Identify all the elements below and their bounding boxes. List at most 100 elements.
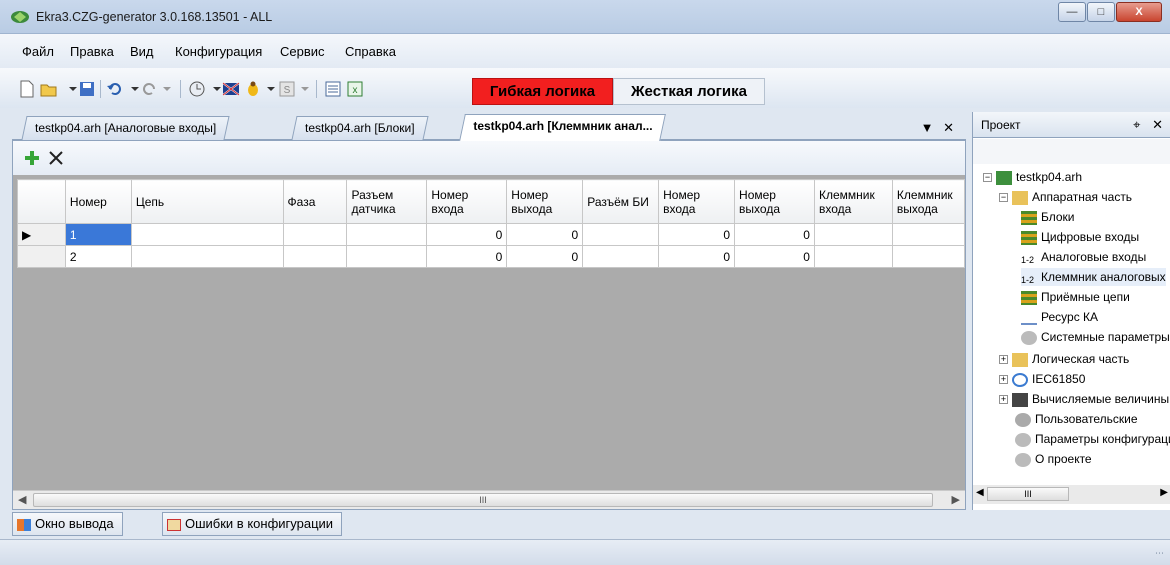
- table-cell[interactable]: 0: [658, 223, 736, 246]
- scroll-left-icon[interactable]: ◀: [976, 487, 984, 498]
- table-cell[interactable]: [282, 223, 348, 246]
- column-header[interactable]: Номер входа: [658, 179, 736, 224]
- table-cell[interactable]: 0: [506, 245, 584, 268]
- table-cell[interactable]: 2: [64, 245, 132, 268]
- column-header[interactable]: Цепь: [130, 179, 284, 224]
- close-panel-icon[interactable]: ✕: [1152, 117, 1163, 132]
- tab-blocks[interactable]: testkp04.arh [Блоки]: [291, 116, 429, 140]
- collapse-icon[interactable]: −: [999, 193, 1008, 203]
- scrollbar-thumb[interactable]: III: [33, 493, 933, 507]
- expand-icon[interactable]: +: [999, 395, 1008, 405]
- redo-icon[interactable]: [140, 80, 158, 98]
- menu-help[interactable]: Справка: [345, 44, 396, 59]
- table-row[interactable]: 2 0 0 0 0: [17, 245, 966, 268]
- table-cell[interactable]: 0: [426, 245, 508, 268]
- tree-item-blocks[interactable]: Блоки: [1021, 208, 1075, 226]
- table-cell[interactable]: [346, 223, 428, 246]
- table-cell[interactable]: [891, 223, 966, 246]
- column-header[interactable]: Клеммник входа: [813, 179, 893, 224]
- excel-export-icon[interactable]: x: [346, 80, 364, 98]
- table-cell[interactable]: 0: [734, 223, 815, 246]
- column-header[interactable]: Разъем датчика: [346, 179, 428, 224]
- delete-row-icon[interactable]: [47, 149, 65, 167]
- chevron-down-icon[interactable]: [158, 80, 176, 98]
- table-cell[interactable]: [130, 223, 284, 246]
- menu-configuration[interactable]: Конфигурация: [175, 44, 262, 59]
- tab-terminal-analog[interactable]: testkp04.arh [Клеммник анал...: [459, 114, 667, 141]
- tree-item-logic[interactable]: + Логическая часть: [999, 350, 1129, 368]
- undo-icon[interactable]: [106, 80, 124, 98]
- bug-icon[interactable]: [244, 80, 262, 98]
- table-cell[interactable]: [582, 223, 660, 246]
- scroll-left-icon[interactable]: ◀: [18, 493, 26, 506]
- collapse-icon[interactable]: −: [983, 173, 992, 183]
- scroll-right-icon[interactable]: ▶: [1160, 487, 1168, 498]
- add-row-icon[interactable]: [23, 149, 41, 167]
- project-horizontal-scrollbar[interactable]: ◀ III ▶: [973, 485, 1170, 504]
- chevron-down-icon[interactable]: [296, 80, 314, 98]
- table-cell[interactable]: [346, 245, 428, 268]
- table-cell[interactable]: [813, 245, 893, 268]
- new-document-icon[interactable]: [18, 80, 36, 98]
- table-cell[interactable]: 0: [506, 223, 584, 246]
- menu-view[interactable]: Вид: [130, 44, 154, 59]
- row-header[interactable]: [17, 245, 66, 268]
- close-tab-icon[interactable]: ✕: [943, 120, 954, 135]
- script-icon[interactable]: S: [278, 80, 296, 98]
- table-cell[interactable]: [582, 245, 660, 268]
- expand-icon[interactable]: +: [999, 375, 1008, 385]
- column-header[interactable]: Клеммник выхода: [891, 179, 966, 224]
- maximize-button[interactable]: □: [1087, 2, 1115, 22]
- table-cell[interactable]: [813, 223, 893, 246]
- table-cell[interactable]: [282, 245, 348, 268]
- table-cell[interactable]: [891, 245, 966, 268]
- tree-item-config-params[interactable]: Параметры конфигурации: [1015, 430, 1170, 448]
- column-header[interactable]: Фаза: [282, 179, 348, 224]
- table-row[interactable]: ▶ 1 0 0 0 0: [17, 223, 966, 246]
- minimize-button[interactable]: —: [1058, 2, 1086, 22]
- tree-item-receive-circuits[interactable]: Приёмные цепи: [1021, 288, 1130, 306]
- tree-item-user[interactable]: Пользовательские: [1015, 410, 1138, 428]
- column-header[interactable]: Номер выхода: [506, 179, 584, 224]
- tree-item-iec61850[interactable]: + IEC61850: [999, 370, 1085, 388]
- column-header[interactable]: Номер выхода: [734, 179, 815, 224]
- expand-icon[interactable]: +: [999, 355, 1008, 365]
- flexible-logic-button[interactable]: Гибкая логика: [472, 78, 613, 105]
- tree-item-calculated[interactable]: + Вычисляемые величины: [999, 390, 1169, 408]
- menu-file[interactable]: Файл: [22, 44, 54, 59]
- tree-item-hardware[interactable]: − Аппаратная часть: [999, 188, 1132, 206]
- hard-logic-button[interactable]: Жесткая логика: [613, 78, 765, 105]
- menu-edit[interactable]: Правка: [70, 44, 114, 59]
- tab-list-dropdown-icon[interactable]: ▼: [921, 120, 934, 135]
- save-icon[interactable]: [78, 80, 96, 98]
- close-button[interactable]: X: [1116, 2, 1162, 22]
- tree-item-digital-inputs[interactable]: Цифровые входы: [1021, 228, 1139, 246]
- open-folder-icon[interactable]: [40, 80, 58, 98]
- pin-icon[interactable]: ⌖: [1133, 117, 1140, 132]
- resize-grip-icon[interactable]: ⋯: [1155, 548, 1164, 559]
- tree-item-project[interactable]: − testkp04.arh: [983, 168, 1082, 186]
- language-flag-icon[interactable]: [222, 80, 240, 98]
- tree-item-resource[interactable]: Ресурс КА: [1021, 308, 1098, 326]
- current-row-indicator-icon[interactable]: ▶: [17, 223, 66, 246]
- clock-icon[interactable]: [188, 80, 206, 98]
- table-cell[interactable]: 0: [426, 223, 508, 246]
- column-header[interactable]: Разъём БИ: [582, 179, 660, 224]
- column-header[interactable]: Номер: [64, 179, 132, 224]
- column-header[interactable]: Номер входа: [426, 179, 508, 224]
- table-cell[interactable]: [130, 245, 284, 268]
- table-cell[interactable]: 1: [64, 223, 132, 246]
- tab-config-errors[interactable]: Ошибки в конфигурации: [162, 512, 343, 536]
- tree-item-analog-inputs[interactable]: 1-2 Аналоговые входы: [1021, 248, 1146, 266]
- table-cell[interactable]: 0: [734, 245, 815, 268]
- scroll-right-icon[interactable]: ▶: [952, 493, 960, 506]
- tree-item-terminal[interactable]: 1-2 Клеммник аналоговых: [1021, 268, 1166, 286]
- menu-service[interactable]: Сервис: [280, 44, 325, 59]
- table-cell[interactable]: 0: [658, 245, 736, 268]
- scrollbar-thumb[interactable]: III: [987, 487, 1069, 501]
- tab-output-window[interactable]: Окно вывода: [12, 512, 123, 536]
- tree-item-system-params[interactable]: Системные параметры: [1021, 328, 1170, 346]
- tree-item-about[interactable]: О проекте: [1015, 450, 1092, 468]
- grid-horizontal-scrollbar[interactable]: ◀ III ▶: [13, 490, 965, 509]
- list-view-icon[interactable]: [324, 80, 342, 98]
